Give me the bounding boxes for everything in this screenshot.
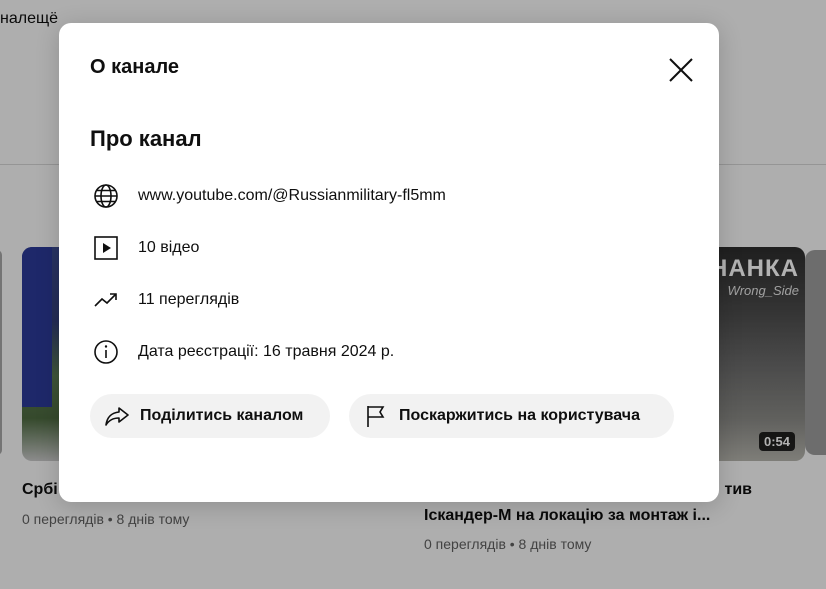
report-user-label: Поскаржитись на користувача — [399, 407, 640, 424]
info-icon — [92, 338, 120, 366]
registration-date: Дата реєстрації: 16 травня 2024 р. — [138, 343, 395, 360]
share-channel-button[interactable]: Поділитись каналом — [90, 394, 330, 438]
registration-date-row: Дата реєстрації: 16 травня 2024 р. — [92, 339, 394, 365]
globe-icon — [92, 182, 120, 210]
section-title: Про канал — [90, 126, 202, 151]
about-channel-dialog: О канале Про канал www.youtube.com/@Russ… — [59, 23, 719, 502]
video-count-row: 10 відео — [92, 235, 199, 261]
view-count-row: 11 переглядів — [92, 287, 239, 313]
share-channel-label: Поділитись каналом — [140, 407, 304, 424]
close-button[interactable] — [663, 52, 699, 88]
close-icon — [669, 58, 693, 82]
channel-url[interactable]: www.youtube.com/@Russianmilitary-fl5mm — [138, 187, 446, 205]
dialog-title: О канале — [90, 56, 180, 78]
play-icon — [92, 234, 120, 262]
share-icon — [104, 403, 130, 429]
view-count: 11 переглядів — [138, 291, 240, 308]
trending-icon — [92, 286, 120, 314]
report-user-button[interactable]: Поскаржитись на користувача — [349, 394, 674, 438]
video-count: 10 відео — [138, 239, 200, 256]
channel-url-row: www.youtube.com/@Russianmilitary-fl5mm — [92, 183, 446, 209]
flag-icon — [363, 403, 389, 429]
